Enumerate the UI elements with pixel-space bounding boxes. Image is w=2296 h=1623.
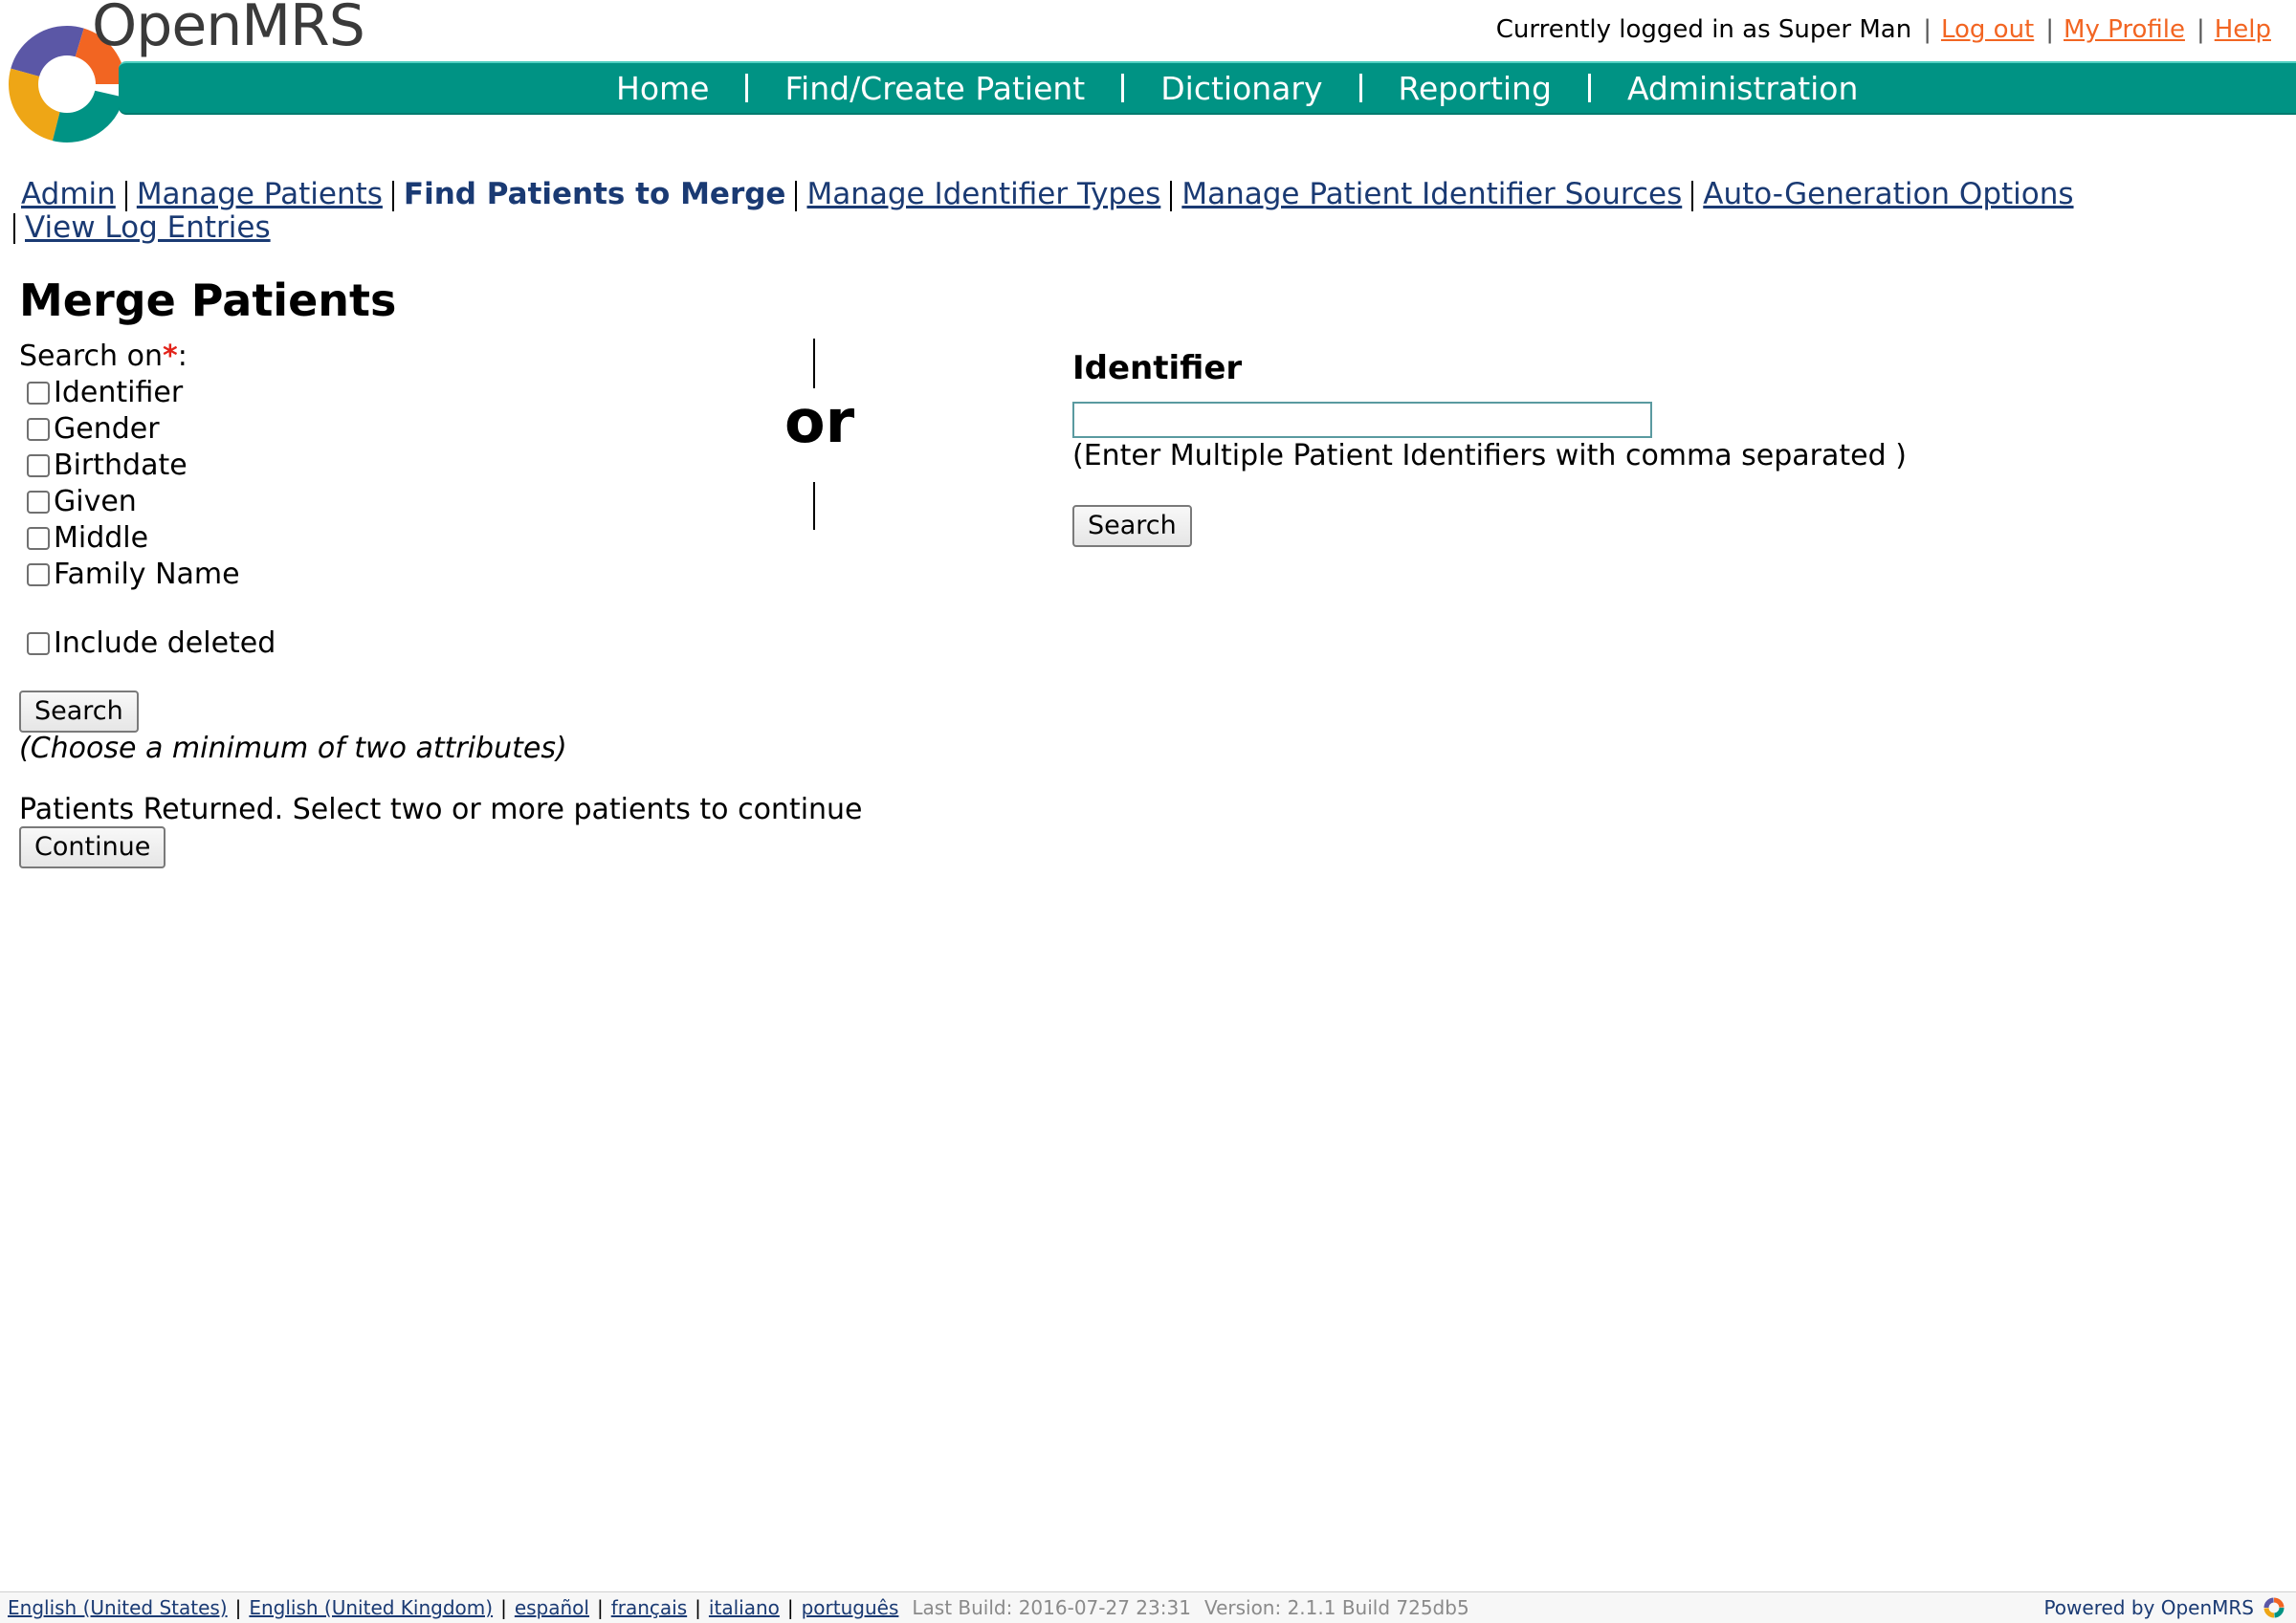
version-text: Version: 2.1.1 Build 725db5	[1203, 1596, 1469, 1619]
subnav-separator	[1691, 180, 1694, 211]
attribute-search-button[interactable]: Search	[19, 691, 139, 733]
powered-by-text: Powered by OpenMRS	[2043, 1596, 2254, 1619]
subnav-manage-patients[interactable]: Manage Patients	[137, 177, 383, 211]
nav-separator	[1587, 74, 1591, 102]
nav-find-create-patient[interactable]: Find/Create Patient	[784, 70, 1085, 107]
required-mark: *	[162, 340, 178, 373]
attribute-search-form: Search on*: Identifier Gender Birthdate …	[19, 339, 276, 662]
subnav-separator	[795, 180, 798, 211]
lang-italian[interactable]: italiano	[709, 1596, 780, 1619]
nav-separator	[1358, 74, 1362, 102]
option-family-name: Family Name	[19, 557, 276, 593]
lang-spanish[interactable]: español	[515, 1596, 589, 1619]
identifier-note: (Enter Multiple Patient Identifiers with…	[1072, 439, 1907, 472]
option-identifier: Identifier	[19, 375, 276, 411]
option-birthdate: Birthdate	[19, 448, 276, 484]
family-name-option-label: Family Name	[54, 558, 240, 591]
identifier-search-button[interactable]: Search	[1072, 505, 1192, 547]
lang-french[interactable]: français	[611, 1596, 687, 1619]
option-include-deleted: Include deleted	[19, 625, 276, 662]
continue-button[interactable]: Continue	[19, 826, 166, 868]
subnav-find-patients-to-merge: Find Patients to Merge	[403, 177, 786, 211]
subnav-separator	[391, 180, 394, 211]
middle-option-label: Middle	[54, 521, 149, 555]
gender-checkbox[interactable]	[27, 418, 50, 441]
birthdate-checkbox[interactable]	[27, 454, 50, 477]
include-deleted-checkbox[interactable]	[27, 632, 50, 655]
openmrs-small-logo-icon	[2263, 1597, 2285, 1618]
option-middle: Middle	[19, 520, 276, 557]
subnav-separator	[13, 213, 15, 244]
option-given: Given	[19, 484, 276, 520]
admin-sub-nav: Admin Manage Patients Find Patients to Mer…	[13, 177, 2126, 245]
logged-in-text: Currently logged in as Super Man	[1495, 15, 1912, 44]
given-checkbox[interactable]	[27, 491, 50, 514]
or-divider-line	[813, 482, 815, 530]
help-link[interactable]: Help	[2215, 15, 2271, 44]
last-build-text: Last Build: 2016-07-27 23:31	[912, 1596, 1191, 1619]
subnav-auto-generation-options[interactable]: Auto-Generation Options	[1703, 177, 2073, 211]
or-divider-line	[813, 339, 815, 388]
patients-returned-text: Patients Returned. Select two or more pa…	[19, 793, 863, 826]
gender-option-label: Gender	[54, 412, 160, 446]
subnav-manage-identifier-types[interactable]: Manage Identifier Types	[806, 177, 1160, 211]
middle-checkbox[interactable]	[27, 527, 50, 550]
identifier-checkbox[interactable]	[27, 382, 50, 405]
my-profile-link[interactable]: My Profile	[2064, 15, 2185, 44]
search-on-label: Search on*:	[19, 340, 188, 373]
footer: English (United States) | English (United …	[0, 1591, 2296, 1623]
nav-separator	[1121, 74, 1125, 102]
subnav-admin[interactable]: Admin	[21, 177, 116, 211]
include-deleted-label: Include deleted	[54, 626, 276, 660]
page-title: Merge Patients	[19, 274, 397, 326]
subnav-manage-identifier-sources[interactable]: Manage Patient Identifier Sources	[1181, 177, 1682, 211]
family-name-checkbox[interactable]	[27, 563, 50, 586]
lang-english-uk[interactable]: English (United Kingdom)	[249, 1596, 493, 1619]
option-gender: Gender	[19, 411, 276, 448]
user-bar: Currently logged in as Super Man | Log out…	[1495, 15, 2271, 44]
minimum-attributes-hint: (Choose a minimum of two attributes)	[19, 732, 567, 765]
given-option-label: Given	[54, 485, 137, 518]
or-divider-text: or	[784, 386, 855, 456]
main-nav-links: Home Find/Create Patient Dictionary Repo…	[616, 63, 1858, 113]
main-nav-bar: Home Find/Create Patient Dictionary Repo…	[119, 61, 2296, 115]
logout-link[interactable]: Log out	[1941, 15, 2034, 44]
identifier-option-label: Identifier	[54, 376, 184, 409]
subnav-view-log-entries[interactable]: View Log Entries	[25, 210, 271, 245]
brand-name: OpenMRS	[92, 0, 365, 59]
nav-home[interactable]: Home	[616, 70, 709, 107]
birthdate-option-label: Birthdate	[54, 449, 188, 482]
nav-administration[interactable]: Administration	[1627, 70, 1858, 107]
nav-separator	[745, 74, 749, 102]
identifier-heading: Identifier	[1072, 349, 1243, 387]
subnav-separator	[124, 180, 127, 211]
nav-reporting[interactable]: Reporting	[1399, 70, 1552, 107]
identifier-input[interactable]	[1072, 402, 1652, 438]
nav-dictionary[interactable]: Dictionary	[1160, 70, 1322, 107]
lang-english-us[interactable]: English (United States)	[8, 1596, 228, 1619]
language-links: English (United States) | English (United …	[8, 1596, 1469, 1619]
subnav-separator	[1170, 180, 1173, 211]
lang-portuguese[interactable]: português	[802, 1596, 899, 1619]
